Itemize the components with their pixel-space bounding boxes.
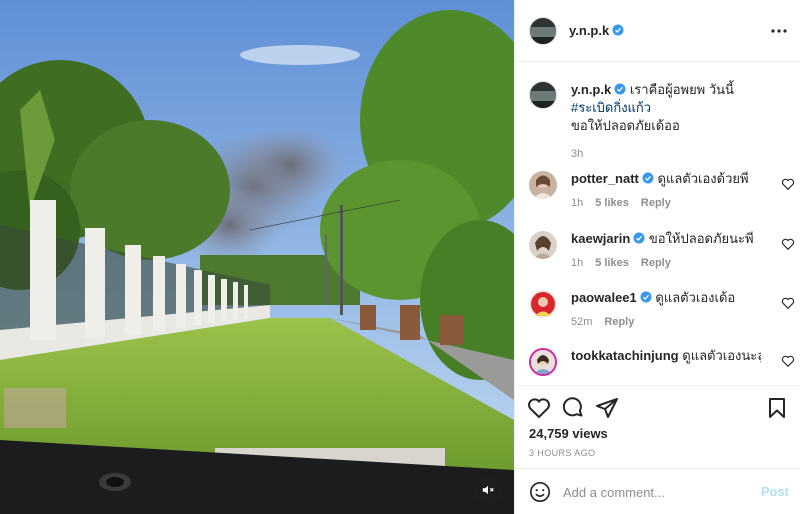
caption-username[interactable]: y.n.p.k	[571, 82, 611, 97]
speaker-muted-icon	[482, 485, 494, 495]
comment-text: ดูแลตัวเองเด้อ	[655, 290, 736, 305]
commenter-avatar[interactable]	[529, 171, 557, 199]
comment-composer: Post	[515, 468, 800, 514]
reply-button[interactable]: Reply	[604, 316, 634, 328]
caption-avatar[interactable]	[529, 81, 557, 109]
author-avatar[interactable]	[529, 16, 557, 45]
smiley-icon[interactable]	[529, 481, 551, 503]
comment-text: ดูแลตัวเองด้วยพี่	[657, 171, 749, 186]
caption-hashtag[interactable]: #ระเบิดกิ่งแก้ว	[571, 100, 651, 115]
paper-plane-icon[interactable]	[595, 396, 619, 420]
heart-icon[interactable]	[781, 296, 795, 310]
comment-item: tookkatachinjung ดูแลตัวเองนะลูก	[529, 348, 795, 385]
caption-line-3: ขอให้ปลอดภัยเด้ออ	[571, 118, 680, 133]
post-caption: y.n.p.k เราคือผู้อพยพ วันนี้ #ระเบิดกิ่ง…	[529, 81, 789, 163]
reply-button[interactable]: Reply	[641, 197, 671, 209]
comment-likes[interactable]: 5 likes	[595, 197, 629, 209]
verified-badge-icon	[633, 232, 645, 244]
post-age: 3 HOURS AGO	[529, 448, 596, 458]
commenter-username[interactable]: potter_natt	[571, 171, 639, 186]
comment-text: ดูแลตัวเองนะลูก	[682, 348, 761, 363]
verified-badge-icon	[642, 172, 654, 184]
ellipsis-icon	[771, 29, 787, 33]
comment-item: paowalee1 ดูแลตัวเองเด้อ 52m Reply	[529, 290, 795, 340]
comment-bubble-icon[interactable]	[561, 396, 585, 420]
author-username[interactable]: y.n.p.k	[569, 23, 624, 38]
heart-icon[interactable]	[781, 354, 795, 368]
post-comment-button[interactable]: Post	[761, 484, 789, 499]
video-frame	[0, 0, 514, 514]
commenter-avatar[interactable]	[529, 231, 557, 259]
comment-text: ขอให้ปลอดภัยนะพี่	[648, 231, 754, 246]
commenter-username[interactable]: tookkatachinjung	[571, 348, 679, 363]
verified-badge-icon	[640, 291, 652, 303]
view-count[interactable]: 24,759 views	[529, 426, 608, 441]
comment-likes[interactable]: 5 likes	[595, 257, 629, 269]
comment-item: potter_natt ดูแลตัวเองด้วยพี่ 1h 5 likes R…	[529, 171, 795, 221]
post-video[interactable]	[0, 0, 514, 514]
post-actions: 24,759 views 3 HOURS AGO	[515, 385, 800, 465]
mute-toggle-button[interactable]	[474, 476, 502, 504]
heart-icon[interactable]	[781, 237, 795, 251]
comment-time: 1h	[571, 197, 584, 209]
comment-time: 52m	[571, 316, 593, 328]
commenter-username[interactable]: kaewjarin	[571, 231, 630, 246]
commenter-username[interactable]: paowalee1	[571, 290, 637, 305]
caption-text: เราคือผู้อพยพ วันนี้	[629, 82, 734, 97]
comment-input[interactable]	[563, 480, 753, 504]
bookmark-icon[interactable]	[765, 396, 789, 420]
post-side-panel: y.n.p.k y.n.p.k เราคือผู้อพยพ วันนี้ #ระ…	[514, 0, 800, 514]
reply-button[interactable]: Reply	[641, 257, 671, 269]
commenter-avatar[interactable]	[529, 348, 557, 376]
comment-item: kaewjarin ขอให้ปลอดภัยนะพี่ 1h 5 likes Rep…	[529, 231, 795, 281]
heart-icon[interactable]	[781, 177, 795, 191]
heart-icon[interactable]	[527, 396, 551, 420]
commenter-avatar[interactable]	[529, 290, 557, 318]
verified-badge-icon	[614, 83, 626, 95]
caption-time: 3h	[571, 148, 584, 160]
author-username-text[interactable]: y.n.p.k	[569, 23, 609, 38]
comment-time: 1h	[571, 257, 584, 269]
comments-list[interactable]: y.n.p.k เราคือผู้อพยพ วันนี้ #ระเบิดกิ่ง…	[515, 63, 800, 385]
verified-badge-icon	[612, 24, 624, 36]
more-options-button[interactable]	[769, 21, 789, 41]
post-header: y.n.p.k	[515, 0, 800, 62]
